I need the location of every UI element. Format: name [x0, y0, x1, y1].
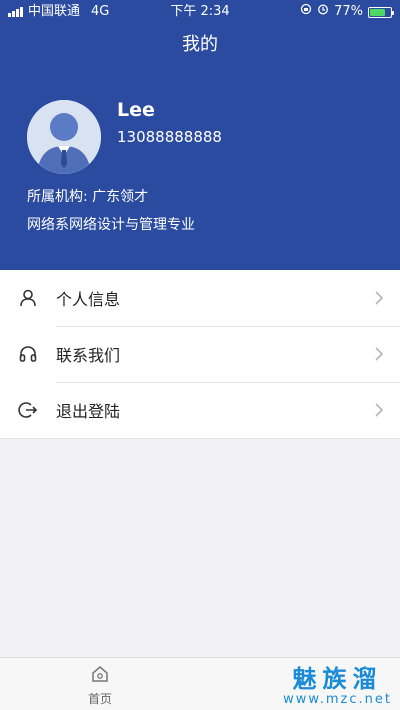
home-icon: [90, 666, 110, 688]
menu-item-label: 退出登陆: [56, 402, 121, 421]
user-major: 网络系网络设计与管理专业: [27, 217, 195, 233]
user-name: Lee: [117, 99, 155, 121]
tab-home[interactable]: 首页: [80, 664, 120, 707]
menu-item-label: 联系我们: [56, 346, 121, 365]
user-organization: 所属机构: 广东领才: [27, 189, 149, 205]
clock: 下午 2:34: [170, 4, 230, 19]
battery-percent: 77%: [334, 4, 363, 19]
page-title: 我的: [182, 34, 218, 55]
menu-item-contact-us[interactable]: 联系我们: [0, 326, 400, 382]
logout-icon: [18, 400, 38, 420]
chevron-right-icon: [374, 346, 384, 366]
watermark-url: www.mzc.net: [283, 692, 392, 707]
chevron-right-icon: [374, 402, 384, 422]
user-phone: 13088888888: [117, 128, 222, 146]
settings-menu: 个人信息 联系我们 退出登陆: [0, 270, 400, 439]
menu-item-logout[interactable]: 退出登陆: [0, 382, 400, 438]
chevron-right-icon: [374, 290, 384, 310]
watermark-title: 魅族溜: [292, 665, 383, 693]
lock-rotation-icon: [300, 0, 312, 24]
battery-icon: [368, 6, 394, 18]
person-icon: [18, 288, 38, 308]
watermark: 魅族溜 www.mzc.net: [283, 666, 392, 707]
alarm-icon: [317, 0, 329, 24]
user-avatar-icon: [27, 100, 101, 174]
headphones-icon: [18, 344, 38, 364]
status-bar: 中国联通 4G 下午 2:34 77%: [0, 0, 400, 24]
menu-item-label: 个人信息: [56, 290, 121, 309]
menu-item-personal-info[interactable]: 个人信息: [0, 270, 400, 326]
profile-header: 中国联通 4G 下午 2:34 77% 我的 Lee 13088888888 所…: [0, 0, 400, 270]
avatar[interactable]: [27, 100, 101, 174]
tab-home-label: 首页: [87, 692, 112, 706]
